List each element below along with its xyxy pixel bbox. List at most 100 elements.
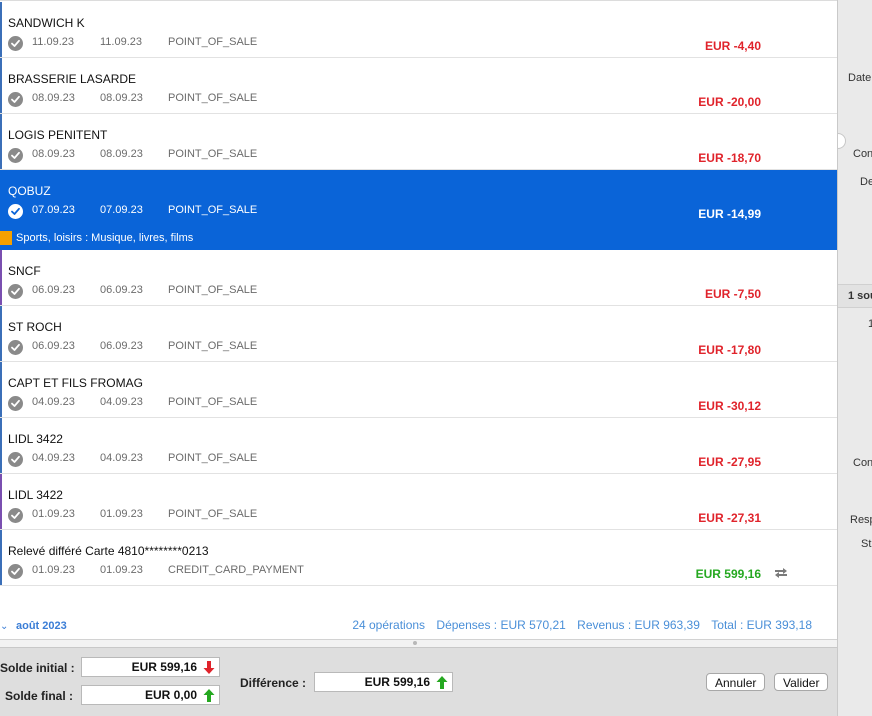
transaction-value-date: 11.09.23 [100,36,143,48]
transaction-amount: EUR -14,99 [698,207,761,221]
reconciliation-window: SANDWICH K 11.09.23 11.09.23 POINT_OF_SALE E… [0,0,872,716]
transaction-payee: BRASSERIE LASARDE [8,72,137,86]
transaction-payee: LIDL 3422 [8,432,63,446]
transaction-row[interactable]: SNCF 06.09.23 06.09.23 POINT_OF_SALE EUR -7,… [0,250,837,306]
transaction-amount: EUR -17,80 [698,343,761,357]
transaction-type: POINT_OF_SALE [168,340,258,352]
transaction-type: POINT_OF_SALE [168,284,258,296]
final-balance-field[interactable]: EUR 0,00 [81,685,220,705]
collapse-caret-icon[interactable]: ⌄ [0,621,8,632]
transaction-date: 08.09.23 [32,92,75,104]
transaction-value-date: 08.09.23 [100,92,143,104]
checkmark-circle-icon[interactable] [8,92,23,107]
transaction-payee: LIDL 3422 [8,488,63,502]
detail-side-panel: Date Con De 1 sou 1 Con Resp St [837,0,872,716]
transfer-arrows-icon[interactable] [773,567,789,579]
splits-header: 1 sou [838,284,872,308]
side-label-date: Date [848,72,872,84]
initial-balance-label: Solde initial : [0,661,75,675]
checkmark-circle-icon[interactable] [8,36,23,51]
transaction-amount: EUR -20,00 [698,95,761,109]
transaction-row[interactable]: ST ROCH 06.09.23 06.09.23 POINT_OF_SALE EUR … [0,306,837,362]
transaction-type: POINT_OF_SALE [168,396,258,408]
validate-button[interactable]: Valider [774,673,829,691]
panel-resize-handle[interactable] [838,133,846,149]
transaction-amount: EUR 599,16 [695,567,761,581]
checkmark-circle-icon[interactable] [8,564,23,579]
category-color-swatch [0,231,12,245]
transaction-value-date: 04.09.23 [100,452,143,464]
final-balance-value: EUR 0,00 [144,688,197,702]
side-label-resp: Resp [850,514,872,526]
checkmark-circle-icon[interactable] [8,284,23,299]
account-color-bar [0,250,2,305]
transaction-row[interactable]: LIDL 3422 01.09.23 01.09.23 POINT_OF_SALE EU… [0,474,837,530]
account-color-bar [0,362,2,417]
transaction-payee: SANDWICH K [8,16,85,30]
transaction-date: 07.09.23 [32,204,75,216]
checkmark-circle-icon[interactable] [8,340,23,355]
transaction-value-date: 01.09.23 [100,564,143,576]
cancel-button[interactable]: Annuler [706,673,766,691]
transaction-value-date: 06.09.23 [100,340,143,352]
transaction-amount: EUR -30,12 [698,399,761,413]
net-total: Total : EUR 393,18 [711,618,812,632]
transaction-type: POINT_OF_SALE [168,508,258,520]
transaction-value-date: 06.09.23 [100,284,143,296]
difference-label: Différence : [240,676,307,690]
transaction-row[interactable]: CAPT ET FILS FROMAG 04.09.23 04.09.23 POINT… [0,362,837,418]
transaction-date: 11.09.23 [32,36,75,48]
transaction-amount: EUR -18,70 [698,151,761,165]
checkmark-circle-icon[interactable] [8,452,23,467]
transaction-type: POINT_OF_SALE [168,36,258,48]
side-label-split-row: 1 [868,318,872,330]
arrow-up-green-icon [436,676,448,689]
transaction-type: POINT_OF_SALE [168,452,258,464]
month-summary: ⌄ août 2023 24 opérations Dépenses : EUR… [0,612,837,640]
side-label-con: Con [853,148,872,160]
transaction-row[interactable]: SANDWICH K 11.09.23 11.09.23 POINT_OF_SALE E… [0,2,837,58]
month-label[interactable]: août 2023 [16,620,67,632]
side-label-status: St [861,538,872,550]
transaction-category: Sports, loisirs : Musique, livres, films [16,232,194,244]
transaction-value-date: 07.09.23 [100,204,143,216]
transaction-payee: ST ROCH [8,320,62,334]
transaction-date: 01.09.23 [32,508,75,520]
transaction-amount: EUR -7,50 [704,287,761,301]
account-color-bar [0,530,2,585]
transaction-type: POINT_OF_SALE [168,204,258,216]
checkmark-circle-icon[interactable] [8,204,23,219]
arrow-up-green-icon [203,689,215,702]
transaction-type: CREDIT_CARD_PAYMENT [168,564,304,576]
transaction-amount: EUR -27,31 [698,511,761,525]
transaction-list[interactable]: SANDWICH K 11.09.23 11.09.23 POINT_OF_SALE E… [0,0,837,608]
expenses-total: Dépenses : EUR 570,21 [436,618,566,632]
transaction-value-date: 04.09.23 [100,396,143,408]
side-label-de: De [860,176,872,188]
initial-balance-field[interactable]: EUR 599,16 [81,657,220,677]
transaction-payee: QOBUZ [8,184,51,198]
checkmark-circle-icon[interactable] [8,148,23,163]
transaction-row[interactable]: BRASSERIE LASARDE 08.09.23 08.09.23 POINT_O… [0,58,837,114]
difference-field: EUR 599,16 [314,672,453,692]
split-view-divider[interactable] [0,639,837,647]
transaction-payee: CAPT ET FILS FROMAG [8,376,143,390]
side-label-comment: Con [853,457,872,469]
transaction-type: POINT_OF_SALE [168,92,258,104]
checkmark-circle-icon[interactable] [8,508,23,523]
transaction-row[interactable]: LOGIS PENITENT 08.09.23 08.09.23 POINT_OF_S… [0,114,837,170]
transaction-date: 08.09.23 [32,148,75,160]
transaction-row[interactable]: LIDL 3422 04.09.23 04.09.23 POINT_OF_SALE EU… [0,418,837,474]
transaction-row[interactable]: QOBUZ 07.09.23 07.09.23 POINT_OF_SALE EUR -1… [0,170,837,250]
income-total: Revenus : EUR 963,39 [577,618,700,632]
transaction-date: 04.09.23 [32,452,75,464]
account-color-bar [0,58,2,113]
transaction-row[interactable]: Relevé différé Carte 4810********0213 01.… [0,530,837,586]
checkmark-circle-icon[interactable] [8,396,23,411]
transaction-date: 06.09.23 [32,284,75,296]
transaction-date: 06.09.23 [32,340,75,352]
arrow-down-red-icon [203,661,215,674]
initial-balance-value: EUR 599,16 [131,660,197,674]
transaction-value-date: 01.09.23 [100,508,143,520]
transaction-payee: SNCF [8,264,41,278]
